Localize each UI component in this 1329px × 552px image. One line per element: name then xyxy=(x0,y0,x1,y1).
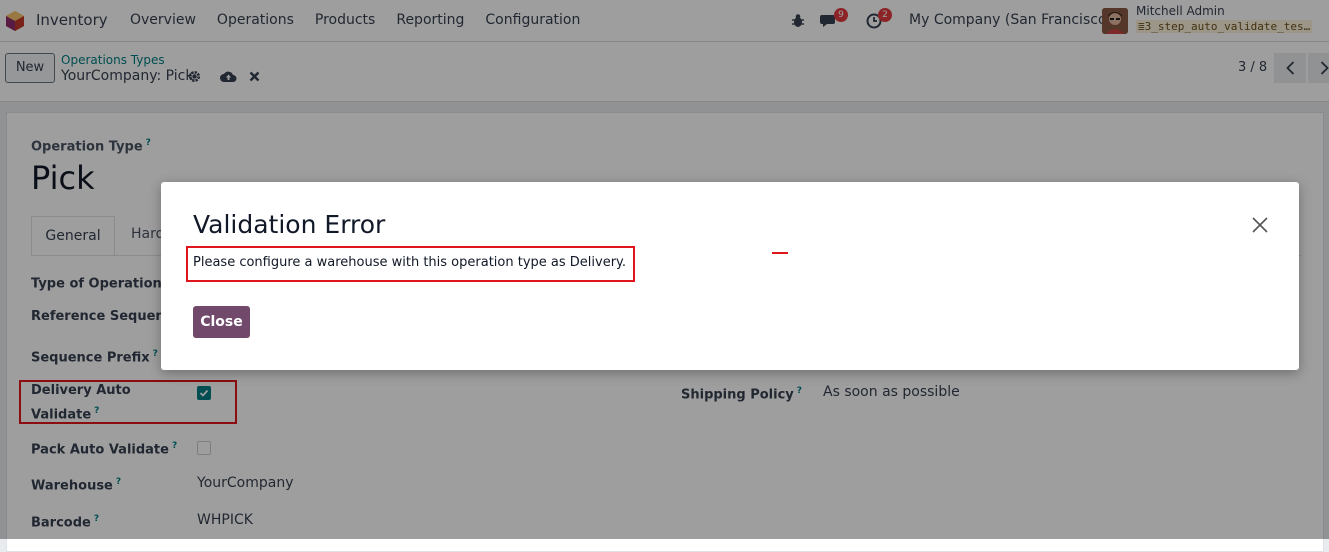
close-button[interactable]: Close xyxy=(193,306,250,338)
dialog-title: Validation Error xyxy=(193,210,386,239)
highlight-box-message xyxy=(186,246,635,282)
annotation-mark xyxy=(772,252,788,254)
validation-error-dialog: Validation Error Please configure a ware… xyxy=(161,182,1299,370)
close-icon[interactable] xyxy=(1251,216,1269,234)
